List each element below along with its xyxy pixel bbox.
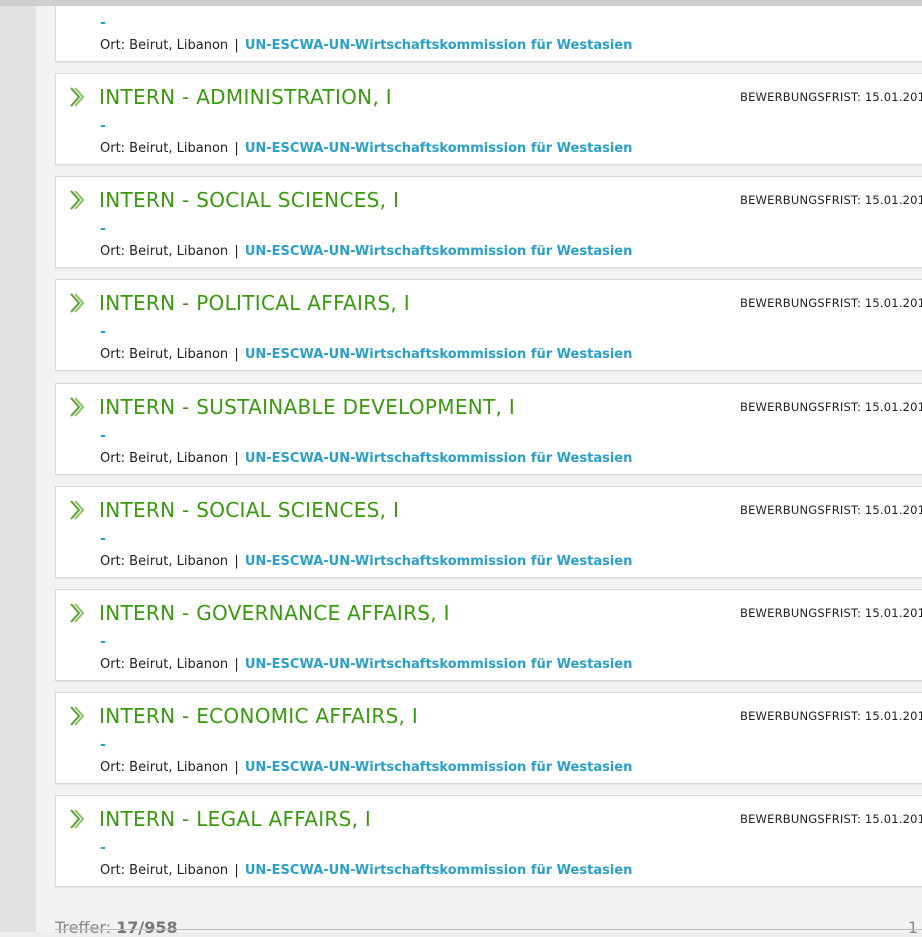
listing-organization-link[interactable]: UN-ESCWA-UN-Wirtschaftskommission für We… <box>245 451 633 466</box>
listing-organization-link[interactable]: UN-ESCWA-UN-Wirtschaftskommission für We… <box>245 554 633 569</box>
job-listing-card[interactable]: INTERN - ADMINISTRATION, I BEWERBUNGSFRIS… <box>55 73 922 165</box>
listing-organization-link[interactable]: UN-ESCWA-UN-Wirtschaftskommission für We… <box>245 760 633 775</box>
listing-location: Ort: Beirut, Libanon <box>100 450 229 466</box>
job-listing-card-partial: - Ort: Beirut, Libanon | UN-ESCWA-UN-Wir… <box>55 6 922 62</box>
hits-label: Treffer: <box>55 918 112 937</box>
job-title-link[interactable]: INTERN - SOCIAL SCIENCES, I <box>99 188 399 212</box>
listing-dash: - <box>100 15 106 31</box>
listing-meta: Ort: Beirut, Libanon | UN-ESCWA-UN-Wirts… <box>100 863 632 878</box>
listing-location: Ort: Beirut, Libanon <box>100 863 229 879</box>
application-deadline: BEWERBUNGSFRIST: 15.01.201 <box>740 90 922 104</box>
listing-organization-link[interactable]: UN-ESCWA-UN-Wirtschaftskommission für We… <box>245 244 633 259</box>
chevron-right-icon <box>69 292 85 314</box>
meta-separator: | <box>234 141 239 156</box>
listing-dash: - <box>100 737 106 754</box>
job-listing-card[interactable]: INTERN - ECONOMIC AFFAIRS, I BEWERBUNGSFR… <box>55 692 922 785</box>
job-title-link[interactable]: INTERN - SOCIAL SCIENCES, I <box>99 498 399 522</box>
chevron-right-icon <box>69 189 85 211</box>
job-title-link[interactable]: INTERN - ECONOMIC AFFAIRS, I <box>99 704 418 728</box>
listing-location: Ort: Beirut, Libanon <box>100 553 229 569</box>
listing-organization-link[interactable]: UN-ESCWA-UN-Wirtschaftskommission für We… <box>245 657 633 672</box>
listing-organization-link[interactable]: UN-ESCWA-UN-Wirtschaftskommission für We… <box>245 141 633 156</box>
chevron-right-icon <box>69 705 85 727</box>
chevron-right-icon <box>69 602 85 624</box>
listing-meta: Ort: Beirut, Libanon | UN-ESCWA-UN-Wirts… <box>100 760 632 775</box>
application-deadline: BEWERBUNGSFRIST: 15.01.201 <box>740 502 922 517</box>
listing-location: Ort: Beirut, Libanon <box>100 141 229 156</box>
window-bottom-edge <box>55 929 922 930</box>
listing-dash: - <box>100 530 106 547</box>
job-title-link[interactable]: INTERN - SUSTAINABLE DEVELOPMENT, I <box>99 395 515 419</box>
meta-separator: | <box>234 863 239 879</box>
listing-meta: Ort: Beirut, Libanon | UN-ESCWA-UN-Wirts… <box>100 141 632 156</box>
job-listing-card[interactable]: INTERN - LEGAL AFFAIRS, I BEWERBUNGSFRIST… <box>55 795 922 888</box>
listing-location: Ort: Beirut, Libanon <box>100 657 229 672</box>
meta-separator: | <box>234 760 239 776</box>
job-title-link[interactable]: INTERN - LEGAL AFFAIRS, I <box>99 807 371 831</box>
application-deadline: BEWERBUNGSFRIST: 15.01.201 <box>740 399 922 414</box>
job-listing-card[interactable]: INTERN - SOCIAL SCIENCES, I BEWERBUNGSFRI… <box>55 176 922 269</box>
listing-location: Ort: Beirut, Libanon <box>100 38 229 53</box>
meta-separator: | <box>234 347 239 363</box>
listing-organization-link[interactable]: UN-ESCWA-UN-Wirtschaftskommission für We… <box>245 38 633 53</box>
application-deadline: BEWERBUNGSFRIST: 15.01.201 <box>740 709 922 724</box>
application-deadline: BEWERBUNGSFRIST: 15.01.201 <box>740 296 922 311</box>
job-title-link[interactable]: INTERN - GOVERNANCE AFFAIRS, I <box>99 601 450 625</box>
chevron-right-icon <box>69 86 85 108</box>
listing-meta: Ort: Beirut, Libanon | UN-ESCWA-UN-Wirts… <box>100 554 632 569</box>
job-listing-card[interactable]: INTERN - POLITICAL AFFAIRS, I BEWERBUNGSF… <box>55 279 922 372</box>
listing-dash: - <box>100 634 106 650</box>
listing-organization-link[interactable]: UN-ESCWA-UN-Wirtschaftskommission für We… <box>245 863 633 878</box>
chevron-right-icon <box>69 808 85 830</box>
chevron-right-icon <box>69 396 85 418</box>
application-deadline: BEWERBUNGSFRIST: 15.01.201 <box>740 812 922 827</box>
listing-location: Ort: Beirut, Libanon <box>100 244 229 260</box>
listing-meta: Ort: Beirut, Libanon | UN-ESCWA-UN-Wirts… <box>100 244 632 259</box>
job-listing-card[interactable]: INTERN - SUSTAINABLE DEVELOPMENT, I BEWER… <box>55 382 922 475</box>
hits-value: 17/958 <box>116 918 178 937</box>
listing-location: Ort: Beirut, Libanon <box>100 347 229 363</box>
job-title-link[interactable]: INTERN - ADMINISTRATION, I <box>99 85 392 109</box>
listing-meta: Ort: Beirut, Libanon | UN-ESCWA-UN-Wirts… <box>100 347 632 362</box>
job-title-link[interactable]: INTERN - POLITICAL AFFAIRS, I <box>99 291 410 315</box>
chevron-right-icon <box>69 499 85 521</box>
job-listing-card[interactable]: INTERN - SOCIAL SCIENCES, I BEWERBUNGSFRI… <box>55 485 922 578</box>
meta-separator: | <box>234 657 239 672</box>
listing-meta: Ort: Beirut, Libanon | UN-ESCWA-UN-Wirts… <box>100 451 632 466</box>
listing-organization-link[interactable]: UN-ESCWA-UN-Wirtschaftskommission für We… <box>245 347 633 362</box>
meta-separator: | <box>234 244 239 260</box>
listing-dash: - <box>100 118 106 134</box>
meta-separator: | <box>234 450 239 466</box>
listing-meta: Ort: Beirut, Libanon | UN-ESCWA-UN-Wirts… <box>100 657 632 672</box>
listing-dash: - <box>100 840 106 857</box>
listing-dash: - <box>100 221 106 238</box>
listing-meta: Ort: Beirut, Libanon | UN-ESCWA-UN-Wirts… <box>100 38 632 53</box>
listing-dash: - <box>100 324 106 341</box>
pagination-current-page[interactable]: 1 <box>908 918 918 937</box>
job-listing-card[interactable]: INTERN - GOVERNANCE AFFAIRS, I BEWERBUNGS… <box>55 589 922 681</box>
meta-separator: | <box>234 553 239 569</box>
application-deadline: BEWERBUNGSFRIST: 15.01.201 <box>740 606 922 620</box>
listing-dash: - <box>100 427 106 444</box>
application-deadline: BEWERBUNGSFRIST: 15.01.201 <box>740 193 922 208</box>
results-count: Treffer: 17/958 <box>55 918 178 937</box>
left-sidebar-rail <box>0 6 36 932</box>
meta-separator: | <box>234 38 239 53</box>
listing-location: Ort: Beirut, Libanon <box>100 760 229 776</box>
